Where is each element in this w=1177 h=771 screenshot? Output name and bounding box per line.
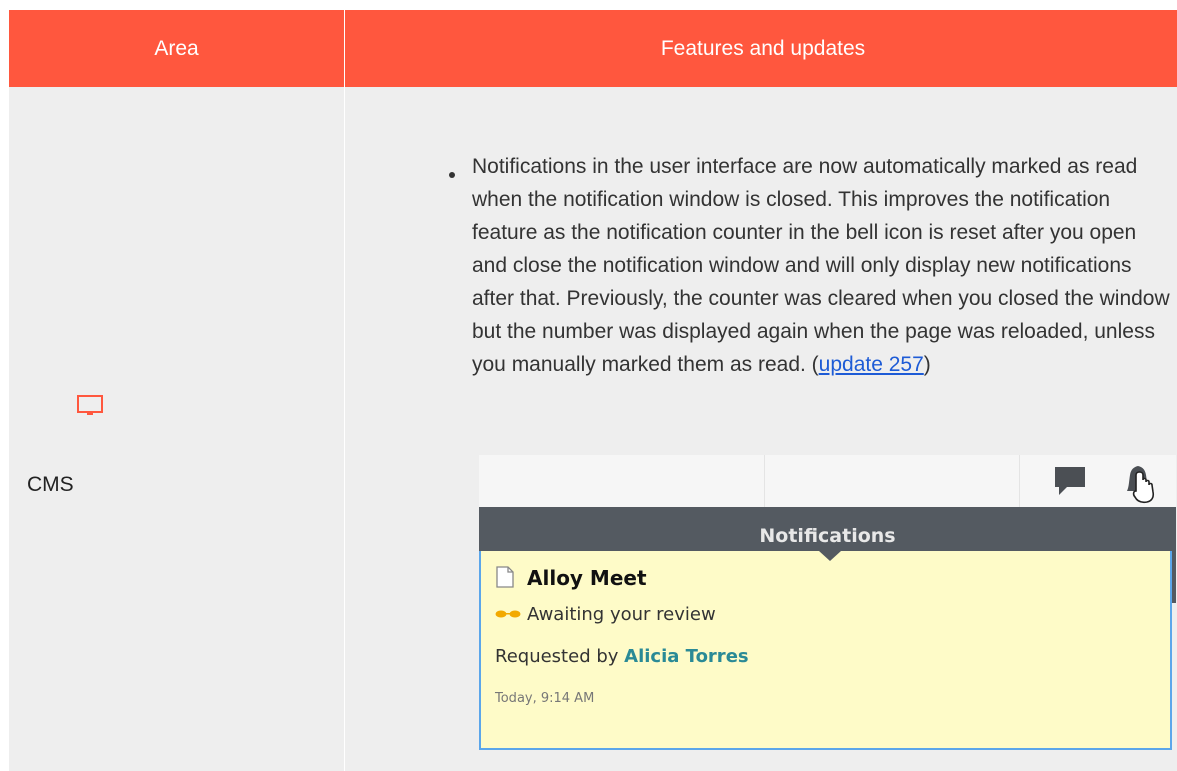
description-text-end: ): [923, 353, 931, 376]
toolbar-divider: [764, 455, 765, 507]
release-notes-table: Area Features and updates CMS Notificati…: [9, 10, 1177, 771]
feature-description: Notifications in the user interface are …: [472, 150, 1172, 381]
requester-name[interactable]: Alicia Torres: [624, 646, 748, 667]
chat-icon[interactable]: [1053, 465, 1087, 497]
toolbar-divider: [1019, 455, 1020, 507]
notification-time: Today, 9:14 AM: [495, 691, 595, 706]
area-label: CMS: [27, 473, 74, 496]
requested-line: Requested by Alicia Torres: [495, 646, 749, 667]
update-link[interactable]: update 257: [819, 353, 924, 376]
bell-icon[interactable]: [1119, 461, 1161, 505]
pointer-caret: [819, 551, 841, 561]
notification-item-title[interactable]: Alloy Meet: [527, 566, 647, 590]
toolbar: [479, 455, 1176, 508]
header-features: Features and updates: [660, 36, 866, 60]
document-icon: [496, 566, 514, 588]
header-area: Area: [9, 10, 345, 87]
area-cell: CMS: [9, 87, 345, 771]
description-text: Notifications in the user interface are …: [472, 155, 1170, 376]
glasses-icon: [495, 610, 521, 618]
bullet-icon: [449, 172, 455, 178]
monitor-icon: [77, 395, 103, 415]
table-header: Area Features and updates: [9, 10, 1177, 87]
notification-screenshot: Notifications Alloy Meet Awaiting your r…: [479, 455, 1176, 751]
requested-prefix: Requested by: [495, 646, 619, 667]
notification-status: Awaiting your review: [527, 604, 716, 625]
